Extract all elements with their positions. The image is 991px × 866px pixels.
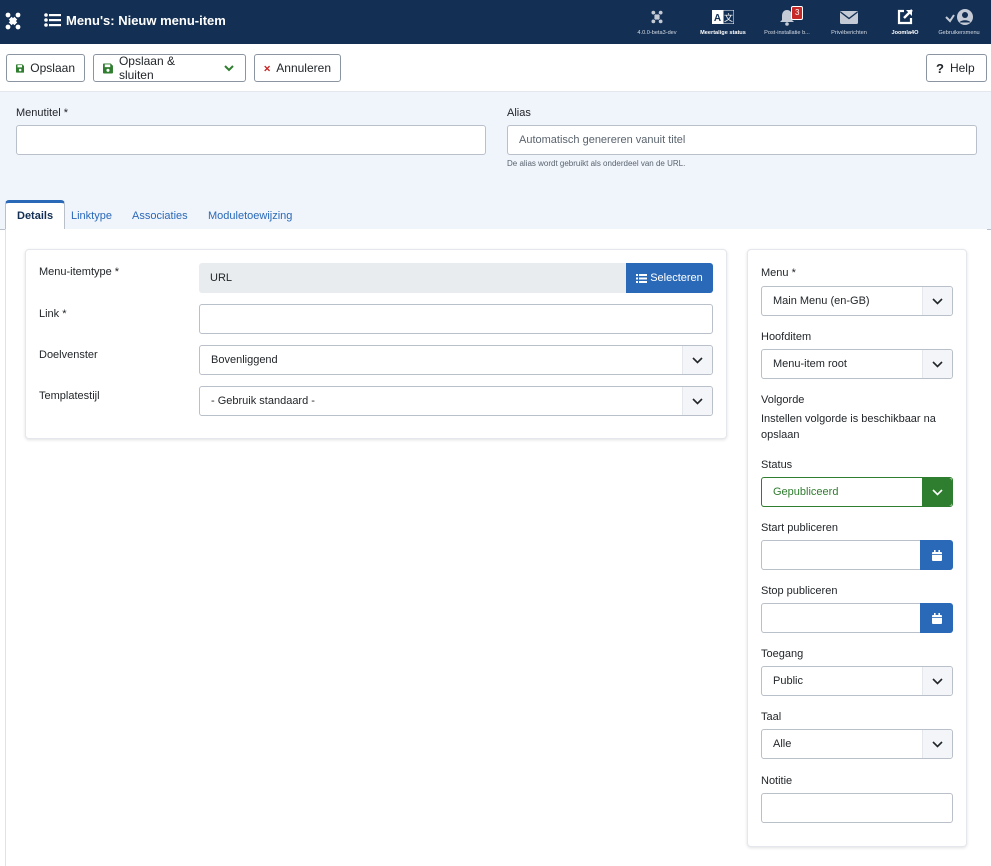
menu-item-type-label: Menu-itemtype * [39,266,120,278]
language-icon: A文 [712,10,734,24]
cancel-button[interactable]: Annuleren [254,54,341,82]
publish-down-calendar-button[interactable] [920,603,953,633]
svg-text:A: A [714,13,721,24]
language-select[interactable]: Alle [761,729,953,759]
menu-value: Main Menu (en-GB) [773,295,870,307]
post-install-label: Post-installatie b... [764,30,810,36]
access-value: Public [773,675,803,687]
tab-linktype[interactable]: Linktype [60,200,123,231]
link-label: Link * [39,308,67,320]
alias-hint: De alias wordt gebruikt als onderdeel va… [507,159,686,168]
link-input[interactable] [199,304,713,334]
user-icon [945,9,973,25]
external-link-icon [897,9,913,25]
alias-label: Alias [507,107,531,119]
private-messages-label: Privéberichten [831,30,867,36]
joomla-icon [651,10,663,24]
multilingual-status-label: Meertalige status [700,30,746,36]
alias-input[interactable]: Automatisch genereren vanuit titel [507,125,977,155]
page-title: Menu's: Nieuw menu-item [44,12,226,28]
question-icon: ? [936,60,944,76]
list-icon [636,273,648,283]
target-window-select[interactable]: Bovenliggend [199,345,713,375]
target-window-value: Bovenliggend [211,354,278,366]
menu-label: Menu * [761,267,796,279]
access-select[interactable]: Public [761,666,953,696]
envelope-icon [840,10,858,24]
user-menu-link[interactable]: Gebruikersmenu [927,8,991,36]
chevron-down-icon [682,346,712,374]
version-label: 4.0.0-beta3-dev [637,30,677,36]
tab-associations[interactable]: Associaties [121,200,199,231]
cancel-label: Annuleren [276,61,331,75]
help-label: Help [949,61,975,75]
tab-details[interactable]: Details [5,200,66,231]
status-label: Status [761,459,793,471]
list-icon [44,13,61,27]
save-label: Opslaan [30,61,75,75]
chevron-down-icon [682,387,712,415]
parent-item-select[interactable]: Menu-item root [761,349,953,379]
user-menu-label: Gebruikersmenu [938,30,980,36]
publish-up-input[interactable] [761,540,921,570]
publish-up-calendar-button[interactable] [920,540,953,570]
menu-item-type-field: URL [199,263,627,293]
template-style-select[interactable]: - Gebruik standaard - [199,386,713,416]
calendar-icon [931,612,942,624]
chevron-down-icon [922,667,952,695]
tab-module-assignment[interactable]: Moduletoewijzing [197,200,303,231]
language-value: Alle [773,738,792,750]
access-label: Toegang [761,648,804,660]
joomla-logo-icon[interactable] [4,10,22,32]
status-value: Gepubliceerd [773,486,839,498]
calendar-icon [931,549,942,561]
template-style-label: Templatestijl [39,390,100,402]
chevron-down-icon [224,64,234,71]
title-label: Menutitel * [16,107,68,119]
save-icon [103,63,113,73]
chevron-down-icon [922,350,952,378]
post-install-link[interactable]: 3 Post-installatie b... [755,6,819,36]
ordering-text: Instellen volgorde is beschikbaar na ops… [761,413,936,441]
save-options-dropdown[interactable] [213,54,246,82]
title-input[interactable] [16,125,486,155]
target-window-label: Doelvenster [39,349,98,361]
note-input[interactable] [761,793,953,823]
ordering-label: Volgorde [761,394,805,406]
language-label: Taal [761,711,782,723]
note-label: Notitie [761,775,793,787]
header-bar: Menu's: Nieuw menu-item 4.0.0-beta3-dev … [0,0,991,44]
close-icon [264,65,271,71]
svg-text:文: 文 [724,12,733,23]
page-title-text: Menu's: Nieuw menu-item [66,12,226,28]
publish-down-input[interactable] [761,603,921,633]
help-button[interactable]: ? Help [926,54,987,82]
chevron-down-icon [922,287,952,315]
save-close-label: Opslaan & sluiten [118,54,175,82]
notification-badge: 3 [791,6,804,20]
publish-down-label: Stop publiceren [761,585,838,597]
chevron-down-icon [922,730,952,758]
private-messages-link[interactable]: Privéberichten [817,8,881,36]
chevron-down-icon [922,478,952,506]
status-select[interactable]: Gepubliceerd [761,477,953,507]
publish-up-label: Start publiceren [761,522,839,534]
menu-select[interactable]: Main Menu (en-GB) [761,286,953,316]
version-link[interactable]: 4.0.0-beta3-dev [625,8,689,36]
save-close-button[interactable]: Opslaan & sluiten [93,54,214,82]
title-area: Menutitel * Alias Automatisch genereren … [0,92,991,198]
multilingual-status-link[interactable]: A文 Meertalige status [691,8,755,36]
tab-bar: Details Linktype Associaties Moduletoewi… [0,198,991,231]
toolbar: Opslaan Opslaan & sluiten Annuleren ? He… [0,44,991,92]
select-type-button[interactable]: Selecteren [626,263,713,293]
save-button[interactable]: Opslaan [6,54,85,82]
template-style-value: - Gebruik standaard - [211,395,315,407]
parent-item-value: Menu-item root [773,358,847,370]
select-type-label: Selecteren [650,272,703,284]
parent-item-label: Hoofditem [761,331,812,343]
save-icon [16,63,25,73]
